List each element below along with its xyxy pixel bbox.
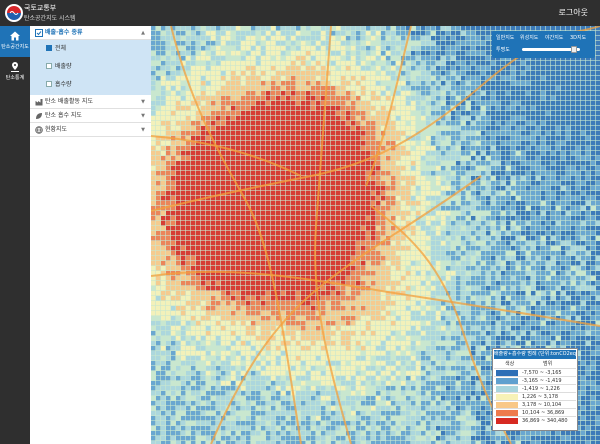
chevron-up-icon: ▲ (141, 30, 145, 36)
legend-range: 36,869 ~ 340,480 (522, 418, 568, 424)
government-logo-icon (5, 4, 23, 22)
checkbox[interactable] (46, 63, 52, 69)
leaf-icon (36, 113, 42, 119)
rail-item-label: 탄소공간지도 (1, 44, 29, 50)
left-rail-nav: 탄소공간지도 탄소통계 (0, 26, 30, 444)
opacity-slider[interactable] (522, 46, 580, 53)
legend-row: 3,178 ~ 10,104 (494, 400, 576, 408)
section-label: 배출·흡수 종류 (45, 29, 83, 36)
check-square-icon (35, 29, 43, 37)
legend-swatch (496, 418, 518, 424)
legend-color-header: 색상 (505, 361, 515, 367)
section-label: 탄소 흡수 지도 (45, 112, 82, 119)
top-bar: 국토교통부 탄소공간지도 시스템 로그아웃 (0, 0, 600, 26)
section-emission-activity-map[interactable]: 탄소 배출활동 지도 ▼ (30, 95, 151, 109)
section-label: 현황지도 (45, 126, 68, 133)
option-label: 흡수량 (55, 81, 72, 88)
checkbox[interactable] (46, 81, 52, 87)
legend-row: -1,419 ~ 1,226 (494, 384, 576, 392)
chevron-down-icon: ▼ (141, 113, 145, 119)
section-emission-absorption-type[interactable]: 배출·흡수 종류 ▲ (30, 26, 151, 40)
layer-panel: 배출·흡수 종류 ▲ 전체 배출량 흡수량 탄소 배출활동 지도 ▼ 탄소 흡수… (30, 26, 151, 444)
map-pin-icon (11, 62, 19, 72)
system-name: 탄소공간지도 시스템 (24, 15, 76, 22)
basemap-3d-button[interactable]: 3D지도 (570, 34, 586, 41)
legend-title: 배출량+흡수량 범례 (단위:tonCO2eq) (494, 350, 576, 359)
legend-row: 1,226 ~ 3,178 (494, 392, 576, 400)
section-absorption-map[interactable]: 탄소 흡수 지도 ▼ (30, 109, 151, 123)
section-options: 전체 배출량 흡수량 (30, 40, 151, 95)
legend-row: -3,165 ~ -1,419 (494, 376, 576, 384)
option-label: 배출량 (55, 63, 72, 70)
checkbox-checked[interactable] (46, 45, 52, 51)
chevron-down-icon: ▼ (141, 99, 145, 105)
basemap-night-button[interactable]: 야간지도 (545, 34, 563, 41)
home-icon (10, 31, 20, 41)
basemap-normal-button[interactable]: 일반지도 (496, 34, 514, 41)
logout-button[interactable]: 로그아웃 (559, 7, 588, 18)
rail-item-carbon-map[interactable]: 탄소공간지도 (0, 26, 30, 57)
legend-range-header: 범위 (543, 361, 553, 367)
rail-item-label: 탄소통계 (5, 75, 25, 81)
opacity-label: 투명도 (496, 47, 510, 53)
opacity-slider-handle[interactable] (571, 46, 577, 53)
rail-item-carbon-stats[interactable]: 탄소통계 (0, 57, 30, 88)
chevron-down-icon: ▼ (141, 127, 145, 133)
section-label: 탄소 배출활동 지도 (45, 98, 93, 105)
factory-icon (35, 99, 43, 106)
map-type-toolbar: 일반지도 위성지도 야간지도 3D지도 투명도 (492, 31, 595, 58)
section-status-map[interactable]: 현황지도 ▼ (30, 123, 151, 137)
legend-row: 36,869 ~ 340,480 (494, 416, 576, 424)
ministry-name: 국토교통부 (24, 4, 57, 12)
globe-icon (35, 126, 43, 134)
option-label: 전체 (55, 45, 67, 52)
legend-row: 10,104 ~ 36,869 (494, 408, 576, 416)
map-legend: 배출량+흡수량 범례 (단위:tonCO2eq) 색상 범위 -7,570 ~ … (492, 348, 578, 431)
legend-row: -7,570 ~ -3,165 (494, 368, 576, 376)
basemap-satellite-button[interactable]: 위성지도 (520, 34, 538, 41)
carbon-heat-map[interactable]: 일반지도 위성지도 야간지도 3D지도 투명도 배출량+흡수량 범례 (단위:t… (151, 26, 600, 444)
